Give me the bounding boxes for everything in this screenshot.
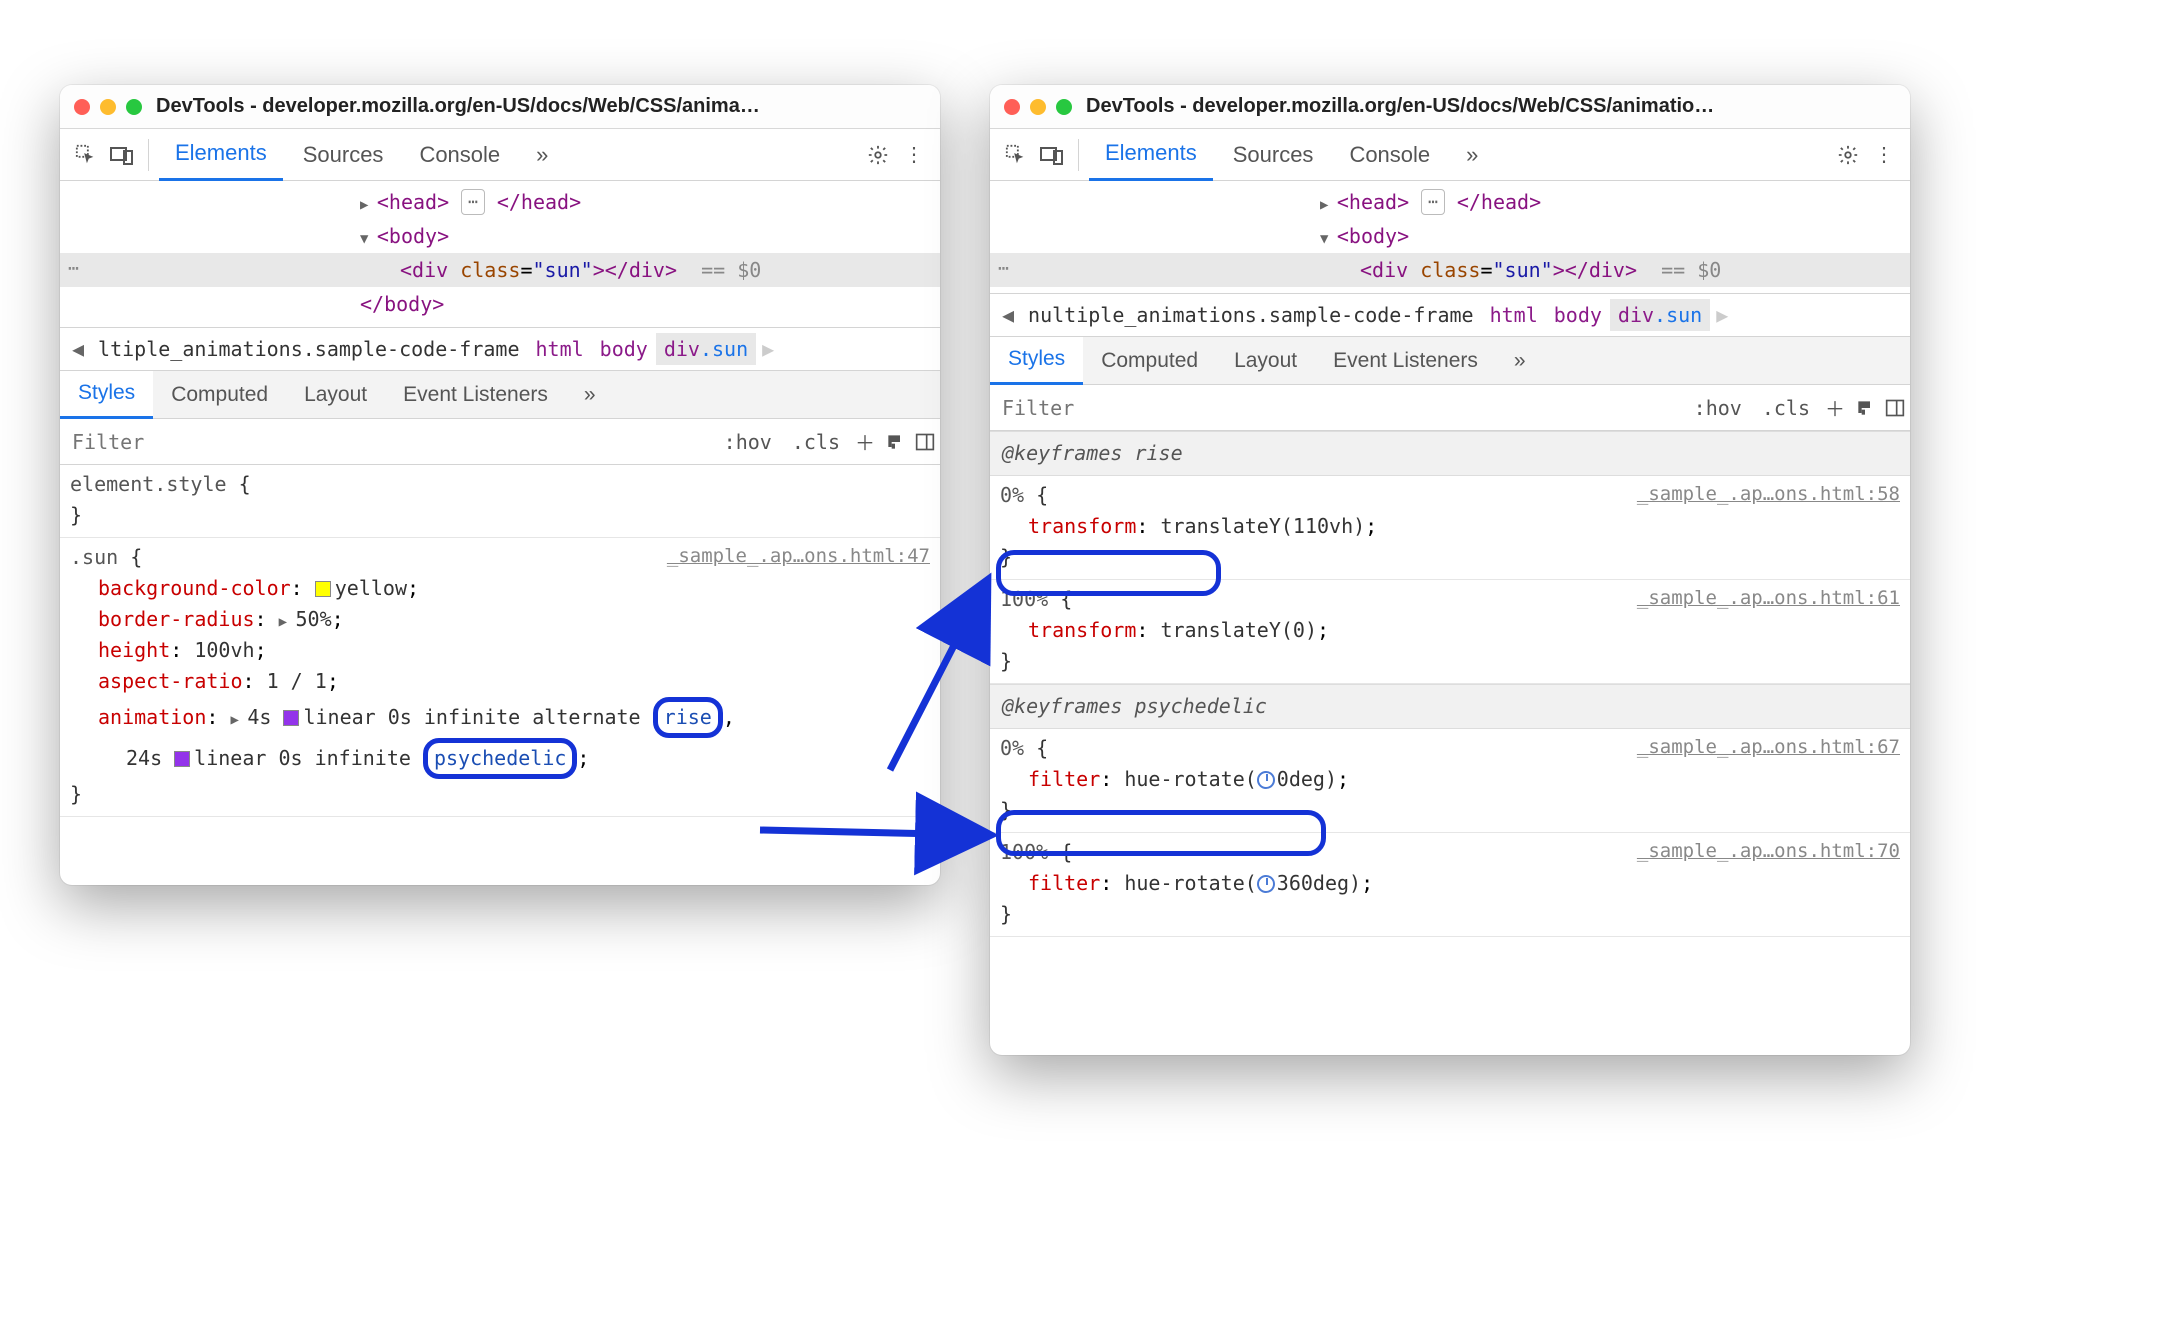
arrow-psychedelic — [0, 0, 2168, 1318]
